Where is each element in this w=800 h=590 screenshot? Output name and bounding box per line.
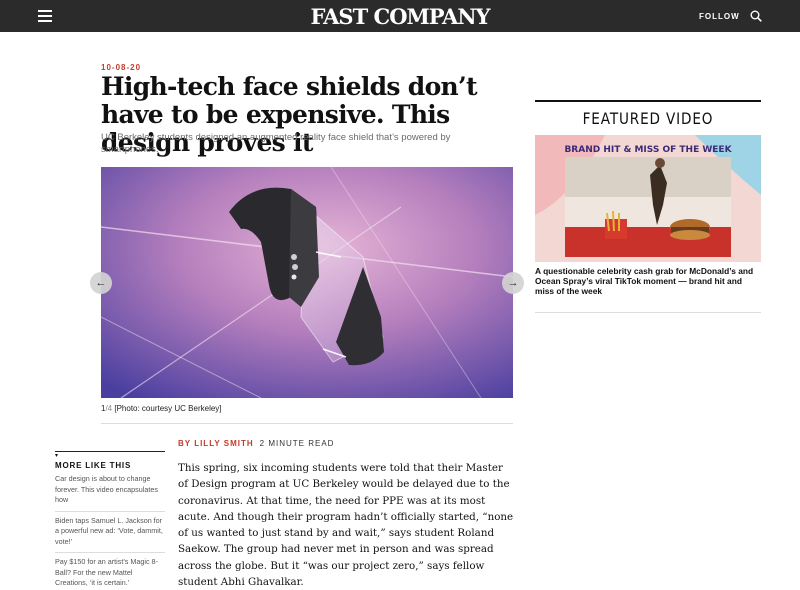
article-body-paragraph: This spring, six incoming students were … xyxy=(178,462,514,589)
featured-video-title: FEATURED VIDEO xyxy=(582,109,714,128)
more-like-this-title: MORE LIKE THIS xyxy=(55,461,132,470)
follow-button[interactable]: FOLLOW xyxy=(699,12,740,21)
image-caption: 1/4 [Photo: courtesy UC Berkeley] xyxy=(101,404,222,413)
divider xyxy=(101,423,513,424)
search-icon[interactable] xyxy=(750,10,762,22)
top-nav-bar: FAST COMPANY FOLLOW xyxy=(0,0,800,32)
article-date: 10-08-20 xyxy=(101,63,142,72)
hero-slideshow-image xyxy=(101,167,513,398)
more-like-this-panel: ▾ MORE LIKE THIS Car design is about to … xyxy=(55,451,165,590)
featured-video-thumbnail[interactable]: BRAND HIT & MISS OF THE WEEK xyxy=(535,135,761,262)
divider xyxy=(535,100,761,102)
author-link[interactable]: BY LILLY SMITH xyxy=(178,439,254,448)
site-logo[interactable]: FAST COMPANY xyxy=(0,4,800,29)
face-shield-photo xyxy=(101,167,513,398)
hamburger-menu-icon[interactable] xyxy=(38,10,52,22)
slide-total: /4 xyxy=(105,404,113,413)
byline: BY LILLY SMITH 2 MINUTE READ xyxy=(178,439,334,448)
related-article-link[interactable]: Biden taps Samuel L. Jackson for a power… xyxy=(55,512,165,553)
slideshow-next-button[interactable]: → xyxy=(502,272,524,294)
read-time: 2 MINUTE READ xyxy=(259,439,335,448)
related-article-link[interactable]: Pay $150 for an artist’s Magic 8-Ball? F… xyxy=(55,553,165,590)
article-dek: UC Berkeley students designed an augment… xyxy=(101,132,451,155)
slideshow-prev-button[interactable]: ← xyxy=(90,272,112,294)
related-article-link[interactable]: Car design is about to change forever. T… xyxy=(55,470,165,512)
divider xyxy=(535,312,761,313)
featured-video-caption[interactable]: A questionable celebrity cash grab for M… xyxy=(535,266,761,296)
photo-credit: [Photo: courtesy UC Berkeley] xyxy=(114,404,222,413)
caret-down-icon: ▾ xyxy=(55,453,59,459)
thumbnail-banner: BRAND HIT & MISS OF THE WEEK xyxy=(564,145,732,155)
